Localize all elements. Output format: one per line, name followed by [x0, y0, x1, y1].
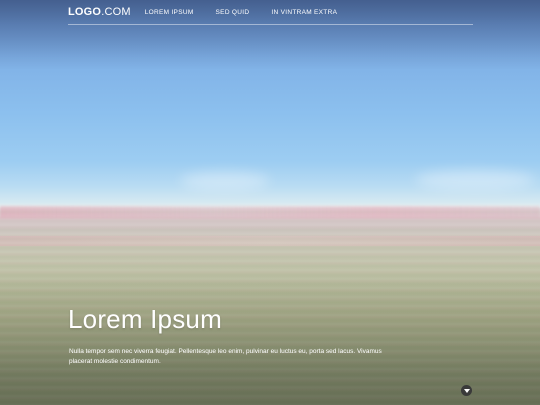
logo-light-text: .COM: [101, 6, 131, 18]
nav-item-sed-quid[interactable]: SED QUID: [216, 9, 250, 16]
scroll-down-button[interactable]: [461, 385, 472, 396]
chevron-down-icon: [463, 388, 470, 393]
nav-item-lorem-ipsum[interactable]: LOREM IPSUM: [145, 9, 194, 16]
nav-item-in-vintram-extra[interactable]: IN VINTRAM EXTRA: [271, 9, 337, 16]
top-nav: LOGO.COM LOREM IPSUM SED QUID IN VINTRAM…: [68, 0, 473, 25]
hero-title: Lorem Ipsum: [68, 304, 222, 334]
hero-description: Nulla tempor sem nec viverra feugiat. Pe…: [69, 348, 382, 365]
logo-bold-text: LOGO: [68, 6, 102, 18]
cloud: [180, 172, 270, 190]
bottom-shade: [0, 275, 540, 405]
logo[interactable]: LOGO.COM: [68, 6, 131, 18]
cloud: [415, 170, 535, 190]
hero-section: LOGO.COM LOREM IPSUM SED QUID IN VINTRAM…: [0, 0, 540, 405]
